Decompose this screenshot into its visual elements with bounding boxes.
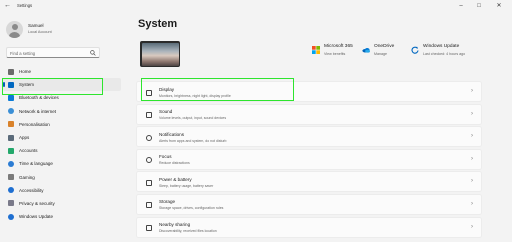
- accessibility-icon: [8, 187, 14, 194]
- onedrive-cloud-icon: [362, 48, 370, 53]
- controller-icon: [8, 174, 14, 181]
- back-arrow-icon[interactable]: ←: [4, 2, 12, 10]
- sidebar-item-label: Windows Update: [19, 214, 54, 220]
- settings-card-sound[interactable]: Sound Volume levels, output, input, sound…: [136, 103, 482, 125]
- wifi-icon: [8, 108, 14, 115]
- card-title: Notifications: [159, 131, 185, 137]
- bluetooth-icon: [8, 94, 14, 101]
- card-title: Storage: [159, 199, 176, 205]
- sidebar-item-accessibility[interactable]: Accessibility: [3, 184, 121, 197]
- sidebar-item-apps[interactable]: Apps: [3, 131, 121, 144]
- widget-title: Microsoft 365: [324, 44, 353, 49]
- card-subtitle: Volume levels, output, input, sound devi…: [159, 116, 227, 121]
- sidebar-item-network-internet[interactable]: Network & internet: [3, 105, 121, 118]
- chevron-right-icon: ›: [471, 155, 473, 162]
- settings-card-focus[interactable]: Focus Reduce distractions ›: [136, 148, 482, 170]
- widget-title: OneDrive: [374, 44, 395, 49]
- sidebar-item-gaming[interactable]: Gaming: [3, 171, 121, 184]
- page-title: System: [138, 18, 178, 30]
- sidebar-item-windows-update[interactable]: Windows Update: [3, 210, 121, 223]
- device-thumbnail: [140, 41, 180, 67]
- person-icon: [8, 147, 14, 154]
- sidebar-item-label: Accounts: [19, 148, 38, 154]
- sidebar: Samuel Local Account HomeSystemBluetooth…: [0, 13, 126, 242]
- update-icon: [8, 213, 14, 220]
- chevron-right-icon: ›: [471, 133, 473, 140]
- shield-icon: [8, 200, 14, 207]
- user-account-type: Local Account: [28, 30, 52, 34]
- sidebar-item-label: Personalisation: [19, 121, 50, 127]
- chevron-right-icon: ›: [471, 223, 473, 230]
- bell-icon: [146, 134, 152, 141]
- search-input[interactable]: [10, 48, 90, 58]
- apps-icon: [8, 134, 14, 141]
- chevron-right-icon: ›: [471, 88, 473, 94]
- maximize-icon[interactable]: □: [472, 1, 486, 11]
- sidebar-item-label: Network & internet: [19, 108, 57, 114]
- card-subtitle: Sleep, battery usage, battery saver: [159, 183, 214, 188]
- sidebar-item-label: Bluetooth & devices: [19, 95, 59, 101]
- power-icon: [146, 179, 152, 186]
- avatar[interactable]: [6, 21, 23, 38]
- chevron-right-icon: ›: [471, 200, 473, 207]
- settings-cards: Display Monitors, brightness, night light…: [136, 81, 482, 239]
- card-title: Sound: [159, 109, 173, 115]
- settings-window: ← Settings – □ ✕ Samuel Local Account Ho…: [0, 0, 512, 242]
- main-content: System Microsoft 365 View benefits OneDr…: [126, 13, 512, 242]
- close-icon[interactable]: ✕: [492, 1, 506, 11]
- storage-icon: [146, 202, 152, 209]
- sidebar-item-time-language[interactable]: Time & language: [3, 157, 121, 170]
- globe-clock-icon: [8, 160, 14, 167]
- sidebar-item-label: Privacy & security: [19, 200, 55, 206]
- card-title: Focus: [159, 154, 172, 160]
- sidebar-item-label: Home: [19, 69, 32, 75]
- title-bar: ← Settings – □ ✕: [0, 0, 512, 13]
- display-highlight-box: [141, 78, 294, 101]
- card-title: Nearby sharing: [159, 222, 191, 228]
- brush-icon: [8, 121, 14, 128]
- sidebar-item-accounts[interactable]: Accounts: [3, 144, 121, 157]
- widget-subtitle[interactable]: Manage: [374, 52, 387, 56]
- sidebar-item-privacy-security[interactable]: Privacy & security: [3, 197, 121, 210]
- settings-card-storage[interactable]: Storage Storage space, drives, configurat…: [136, 193, 482, 215]
- home-icon: [8, 68, 14, 75]
- sidebar-item-label: Accessibility: [19, 187, 44, 193]
- widget-subtitle: Last checked: 4 hours ago: [423, 52, 466, 56]
- focus-icon: [146, 157, 152, 164]
- card-subtitle: Reduce distractions: [159, 161, 190, 166]
- sidebar-item-home[interactable]: Home: [3, 65, 121, 78]
- widget-title: Windows Update: [423, 44, 460, 49]
- search-box[interactable]: [6, 47, 100, 58]
- window-title: Settings: [17, 3, 33, 8]
- update-icon: [411, 46, 419, 54]
- microsoft-logo-icon: [312, 46, 320, 54]
- share-icon: [146, 225, 152, 232]
- card-title: Power & battery: [159, 176, 192, 182]
- chevron-right-icon: ›: [471, 110, 473, 117]
- search-icon[interactable]: [90, 50, 96, 56]
- minimize-icon[interactable]: –: [454, 1, 468, 11]
- settings-card-nearby-sharing[interactable]: Nearby sharing Discoverability, received …: [136, 216, 482, 238]
- card-subtitle: Storage space, drives, configuration rul…: [159, 206, 224, 211]
- sidebar-item-label: Gaming: [19, 174, 35, 180]
- card-subtitle: Alerts from apps and system, do not dist…: [159, 138, 227, 143]
- system-highlight-box: [2, 78, 103, 95]
- settings-card-power-battery[interactable]: Power & battery Sleep, battery usage, bat…: [136, 171, 482, 193]
- sidebar-item-personalisation[interactable]: Personalisation: [3, 118, 121, 131]
- settings-card-notifications[interactable]: Notifications Alerts from apps and system…: [136, 126, 482, 148]
- speaker-icon: [146, 112, 152, 119]
- user-name: Samuel: [28, 23, 44, 28]
- chevron-right-icon: ›: [471, 178, 473, 185]
- card-subtitle: Discoverability, received files location: [159, 229, 217, 234]
- sidebar-item-label: Apps: [19, 135, 30, 141]
- sidebar-item-label: Time & language: [19, 161, 53, 167]
- widget-subtitle[interactable]: View benefits: [324, 52, 345, 56]
